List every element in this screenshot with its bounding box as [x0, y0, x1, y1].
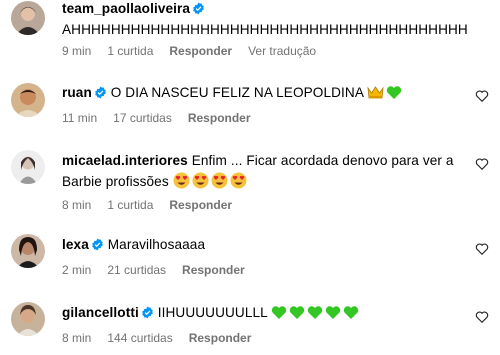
like-count[interactable]: 21 curtidas [107, 263, 166, 277]
reply-button[interactable]: Responder [169, 198, 232, 212]
timestamp: 9 min [62, 44, 92, 58]
verified-badge-icon [91, 238, 104, 251]
timestamp: 8 min [62, 331, 92, 345]
comment-text: O DIA NASCEU FELIZ NA LEOPOLDINA [110, 85, 364, 100]
green-heart-emoji [325, 305, 341, 320]
avatar[interactable] [11, 302, 45, 336]
reply-button[interactable]: Responder [182, 263, 245, 277]
comment-body: lexa Maravilhosaaaa [62, 234, 472, 255]
username[interactable]: micaelad.interiores [62, 153, 188, 168]
like-count[interactable]: 17 curtidas [113, 111, 172, 125]
username[interactable]: gilancellotti [62, 305, 139, 320]
username[interactable]: ruan [62, 85, 92, 100]
comment-text: IIHUUUUUUULLL [157, 305, 268, 320]
heart-eyes-emoji [173, 172, 190, 189]
verified-badge-icon [94, 86, 107, 99]
timestamp: 8 min [62, 198, 92, 212]
comment-meta: 11 min 17 curtidas Responder [62, 111, 267, 125]
green-heart-emoji [289, 305, 305, 320]
reply-button[interactable]: Responder [188, 111, 251, 125]
reply-button[interactable]: Responder [189, 331, 252, 345]
timestamp: 11 min [62, 111, 98, 125]
verified-badge-icon [192, 2, 205, 15]
comment-meta: 8 min 144 curtidas Responder [62, 331, 267, 345]
comment-body: ruan O DIA NASCEU FELIZ NA LEOPOLDINA [62, 82, 472, 103]
avatar[interactable] [11, 1, 45, 35]
comment-text: AHHHHHHHHHHHHHHHHHHHHHHHHHHHHHHHHHHHHHHH… [62, 22, 468, 37]
comment-meta: 9 min 1 curtida Responder Ver tradução [62, 44, 332, 58]
comment-body: micaelad.interiores Enfim ... Ficar acor… [62, 150, 472, 192]
green-heart-emoji [271, 305, 287, 320]
like-count[interactable]: 1 curtida [107, 198, 153, 212]
green-heart-emoji [386, 85, 402, 100]
like-heart-icon[interactable] [475, 89, 489, 103]
heart-eyes-emoji [230, 172, 247, 189]
comment-text: Maravilhosaaaa [107, 237, 206, 252]
username[interactable]: lexa [62, 237, 89, 252]
like-heart-icon[interactable] [475, 242, 489, 256]
reply-button[interactable]: Responder [169, 44, 232, 58]
username[interactable]: team_paollaoliveira [62, 1, 190, 16]
like-heart-icon[interactable] [475, 157, 489, 171]
see-translation-link[interactable]: Ver tradução [248, 44, 316, 58]
comment-body: gilancellotti IIHUUUUUUULLL [62, 302, 472, 323]
green-heart-emoji [343, 305, 359, 320]
verified-badge-icon [141, 306, 154, 319]
avatar[interactable] [11, 83, 45, 117]
heart-eyes-emoji [192, 172, 209, 189]
comment-meta: 2 min 21 curtidas Responder [62, 263, 261, 277]
timestamp: 2 min [62, 263, 92, 277]
avatar[interactable] [11, 234, 45, 268]
heart-eyes-emoji [211, 172, 228, 189]
green-heart-emoji [307, 305, 323, 320]
like-heart-icon[interactable] [475, 310, 489, 324]
comment-body: team_paollaoliveira AHHHHHHHHHHHHHHHHHHH… [62, 0, 472, 40]
comment-meta: 8 min 1 curtida Responder [62, 198, 248, 212]
crown-emoji [367, 85, 384, 100]
avatar[interactable] [11, 150, 45, 184]
like-count[interactable]: 1 curtida [107, 44, 153, 58]
like-count[interactable]: 144 curtidas [107, 331, 172, 345]
